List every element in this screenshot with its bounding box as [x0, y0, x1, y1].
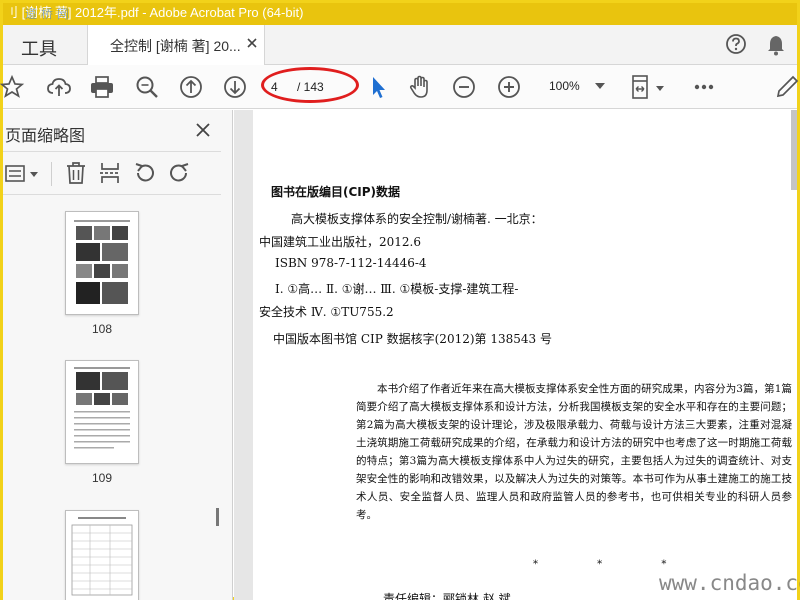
- rotate-left-icon[interactable]: [133, 161, 157, 185]
- highlight-annotation-oval: [261, 67, 359, 103]
- print-icon[interactable]: [89, 74, 115, 100]
- divider: [3, 194, 221, 195]
- hand-tool-icon[interactable]: [407, 74, 433, 100]
- cip-line: 中国建筑工业出版社，2012.6: [259, 235, 421, 249]
- document-page: 图书在版编目(CIP)数据 高大模板支撑体系的安全控制/谢楠著. 一北京： 中国…: [253, 110, 797, 600]
- page-fit-icon[interactable]: [630, 74, 666, 100]
- panel-scrollbar[interactable]: [216, 508, 219, 526]
- chevron-down-icon[interactable]: [595, 83, 605, 89]
- rotate-right-icon[interactable]: [167, 161, 191, 185]
- cip-heading: 图书在版编目(CIP)数据: [271, 185, 401, 199]
- window-title-bar: 刂 [谢楠 著] 2012年.pdf - Adobe Acrobat Pro (…: [3, 3, 797, 25]
- thumbnail-panel: 页面缩略图 108 109: [3, 110, 233, 600]
- thumbnail-preview: [71, 517, 133, 596]
- thumbnail-label: 108: [91, 322, 113, 336]
- cip-line: 安全技术 Ⅳ. ①TU755.2: [259, 305, 394, 319]
- page-thumbnail[interactable]: [65, 360, 139, 464]
- more-options-icon[interactable]: [691, 74, 717, 100]
- next-page-icon[interactable]: [222, 74, 248, 100]
- page-thumbnail[interactable]: [65, 510, 139, 600]
- panel-title: 页面缩略图: [5, 128, 86, 145]
- insert-page-icon[interactable]: [99, 161, 121, 185]
- tab-document-label: 全控制 [谢楠 著] 20...: [110, 38, 241, 54]
- star-icon[interactable]: [0, 74, 25, 100]
- options-menu-icon[interactable]: [5, 164, 41, 184]
- thumbnail-preview: [74, 220, 130, 304]
- separator-stars: * * *: [533, 559, 695, 570]
- document-view: 图书在版编目(CIP)数据 高大模板支撑体系的安全控制/谢楠著. 一北京： 中国…: [234, 110, 797, 600]
- zoom-in-icon[interactable]: [496, 74, 522, 100]
- thumbnail-label: 109: [91, 471, 113, 485]
- editor-credits: 责任编辑：郦锁林 赵 斌: [383, 592, 511, 600]
- bell-icon[interactable]: [766, 34, 786, 56]
- tab-document[interactable]: 全控制 [谢楠 著] 20...: [87, 25, 265, 65]
- cip-line: 中国版本图书馆 CIP 数据核字(2012)第 138543 号: [273, 332, 552, 346]
- cloud-upload-icon[interactable]: [46, 74, 72, 100]
- watermark-url: www.cndao.com: [659, 571, 800, 595]
- close-icon[interactable]: [195, 122, 211, 138]
- book-summary: 本书介绍了作者近年来在高大模板支撑体系安全性方面的研究成果，内容分为3篇，第1篇…: [356, 380, 792, 524]
- zoom-level-value[interactable]: 100%: [549, 79, 580, 93]
- divider: [51, 162, 52, 186]
- previous-page-icon[interactable]: [178, 74, 204, 100]
- pen-icon[interactable]: [773, 74, 799, 100]
- cip-line: 高大模板支撑体系的安全控制/谢楠著. 一北京：: [291, 212, 543, 226]
- cip-line: Ⅰ. ①高… Ⅱ. ①谢… Ⅲ. ①模板-支撑-建筑工程-: [275, 282, 519, 296]
- close-icon[interactable]: [244, 35, 260, 51]
- panel-toolbar: [3, 158, 221, 190]
- thumbnail-preview: [74, 367, 130, 449]
- summary-paragraph: 本书介绍了作者近年来在高大模板支撑体系安全性方面的研究成果，内容分为3篇，第1篇…: [356, 383, 792, 521]
- zoom-out-icon[interactable]: [451, 74, 477, 100]
- select-cursor-icon[interactable]: [365, 74, 391, 100]
- tab-bar: 工具 全控制 [谢楠 著] 20...: [3, 25, 797, 65]
- main-toolbar: / 143 100%: [0, 65, 799, 109]
- zoom-search-icon[interactable]: [134, 74, 160, 100]
- help-icon[interactable]: [725, 33, 747, 55]
- cip-line: ISBN 978-7-112-14446-4: [275, 256, 427, 270]
- tab-tools[interactable]: 工具: [21, 35, 57, 61]
- document-scrollbar[interactable]: [791, 110, 797, 190]
- watermark-logo-text: 道桥网: [25, 7, 74, 21]
- divider: [3, 151, 221, 152]
- page-thumbnail[interactable]: [65, 211, 139, 315]
- trash-icon[interactable]: [65, 161, 87, 185]
